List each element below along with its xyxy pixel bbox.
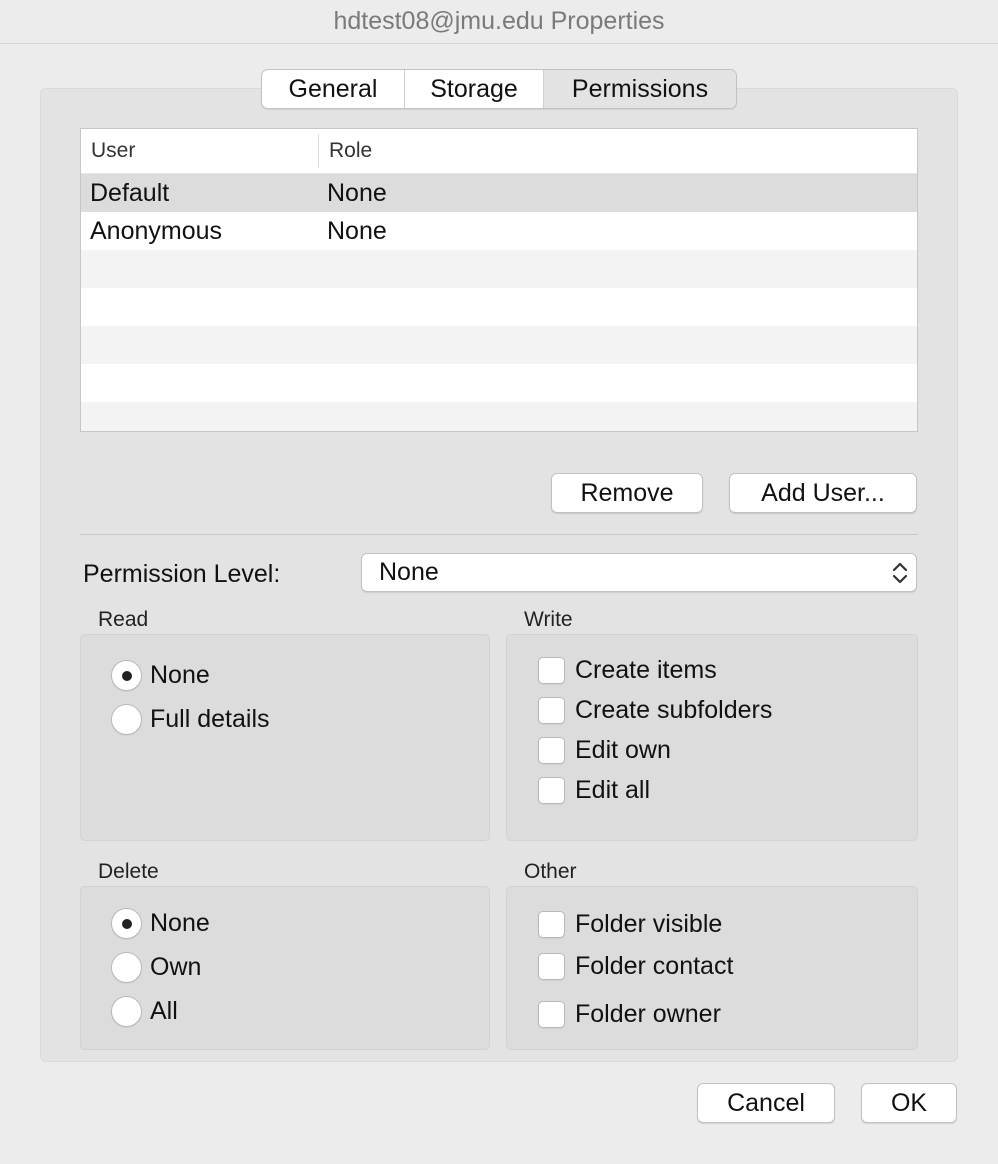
write-option-create-items[interactable]: Create items (538, 656, 717, 685)
other-option-folder-contact[interactable]: Folder contact (538, 952, 733, 981)
read-option-label: None (150, 661, 210, 689)
checkbox[interactable] (538, 953, 565, 980)
delete-group-title: Delete (98, 860, 159, 883)
column-header-role[interactable]: Role (319, 139, 372, 163)
delete-option-own[interactable]: Own (111, 952, 201, 983)
updown-chevron-icon (892, 562, 908, 584)
column-header-user[interactable]: User (81, 134, 319, 168)
other-option-folder-owner[interactable]: Folder owner (538, 1000, 721, 1029)
permission-level-label: Permission Level: (83, 560, 281, 588)
tab-permissions[interactable]: Permissions (544, 70, 736, 108)
delete-option-label: None (150, 909, 210, 937)
checkbox[interactable] (538, 911, 565, 938)
cancel-button[interactable]: Cancel (697, 1083, 835, 1123)
checkbox[interactable] (538, 697, 565, 724)
empty-row (81, 326, 917, 364)
tab-storage[interactable]: Storage (405, 70, 544, 108)
window-title: hdtest08@jmu.edu Properties (0, 0, 998, 44)
other-option-label: Folder visible (575, 910, 723, 938)
delete-option-none[interactable]: None (111, 908, 210, 939)
other-option-label: Folder contact (575, 952, 734, 980)
other-option-label: Folder owner (575, 1000, 721, 1028)
table-header: User Role (81, 129, 917, 174)
permission-level-select[interactable]: None (361, 553, 917, 592)
user-cell: Default (90, 178, 170, 207)
write-option-label: Edit own (575, 736, 671, 764)
write-option-edit-own[interactable]: Edit own (538, 736, 671, 765)
radio-selected[interactable] (111, 660, 142, 691)
table-row[interactable]: Anonymous None (81, 212, 917, 250)
tab-bar: General Storage Permissions (261, 69, 737, 109)
user-cell: Anonymous (90, 216, 223, 245)
delete-option-all[interactable]: All (111, 996, 178, 1027)
read-group-title: Read (98, 608, 149, 631)
write-option-label: Create subfolders (575, 696, 773, 724)
read-option-none[interactable]: None (111, 660, 210, 691)
delete-option-label: Own (150, 953, 202, 981)
read-option-full-details[interactable]: Full details (111, 704, 270, 735)
empty-row (81, 364, 917, 402)
write-option-label: Create items (575, 656, 717, 684)
tab-general[interactable]: General (262, 70, 405, 108)
other-option-folder-visible[interactable]: Folder visible (538, 910, 722, 939)
permission-level-value: None (379, 558, 439, 586)
empty-row (81, 402, 917, 431)
checkbox[interactable] (538, 657, 565, 684)
checkbox[interactable] (538, 737, 565, 764)
write-option-label: Edit all (575, 776, 651, 804)
radio-unselected[interactable] (111, 704, 142, 735)
write-option-create-subfolders[interactable]: Create subfolders (538, 696, 772, 725)
radio-selected[interactable] (111, 908, 142, 939)
role-cell: None (327, 178, 387, 207)
role-cell: None (327, 216, 387, 245)
write-group-title: Write (524, 608, 573, 631)
checkbox[interactable] (538, 777, 565, 804)
radio-unselected[interactable] (111, 952, 142, 983)
delete-option-label: All (150, 997, 178, 1025)
ok-button[interactable]: OK (861, 1083, 957, 1123)
other-group-title: Other (524, 860, 577, 883)
radio-unselected[interactable] (111, 996, 142, 1027)
read-option-label: Full details (150, 705, 270, 733)
divider (80, 534, 918, 535)
remove-button[interactable]: Remove (551, 473, 703, 513)
empty-row (81, 288, 917, 326)
checkbox[interactable] (538, 1001, 565, 1028)
users-table[interactable]: User Role Default None Anonymous None (80, 128, 918, 432)
add-user-button[interactable]: Add User... (729, 473, 917, 513)
table-row[interactable]: Default None (81, 174, 917, 212)
empty-row (81, 250, 917, 288)
write-option-edit-all[interactable]: Edit all (538, 776, 650, 805)
